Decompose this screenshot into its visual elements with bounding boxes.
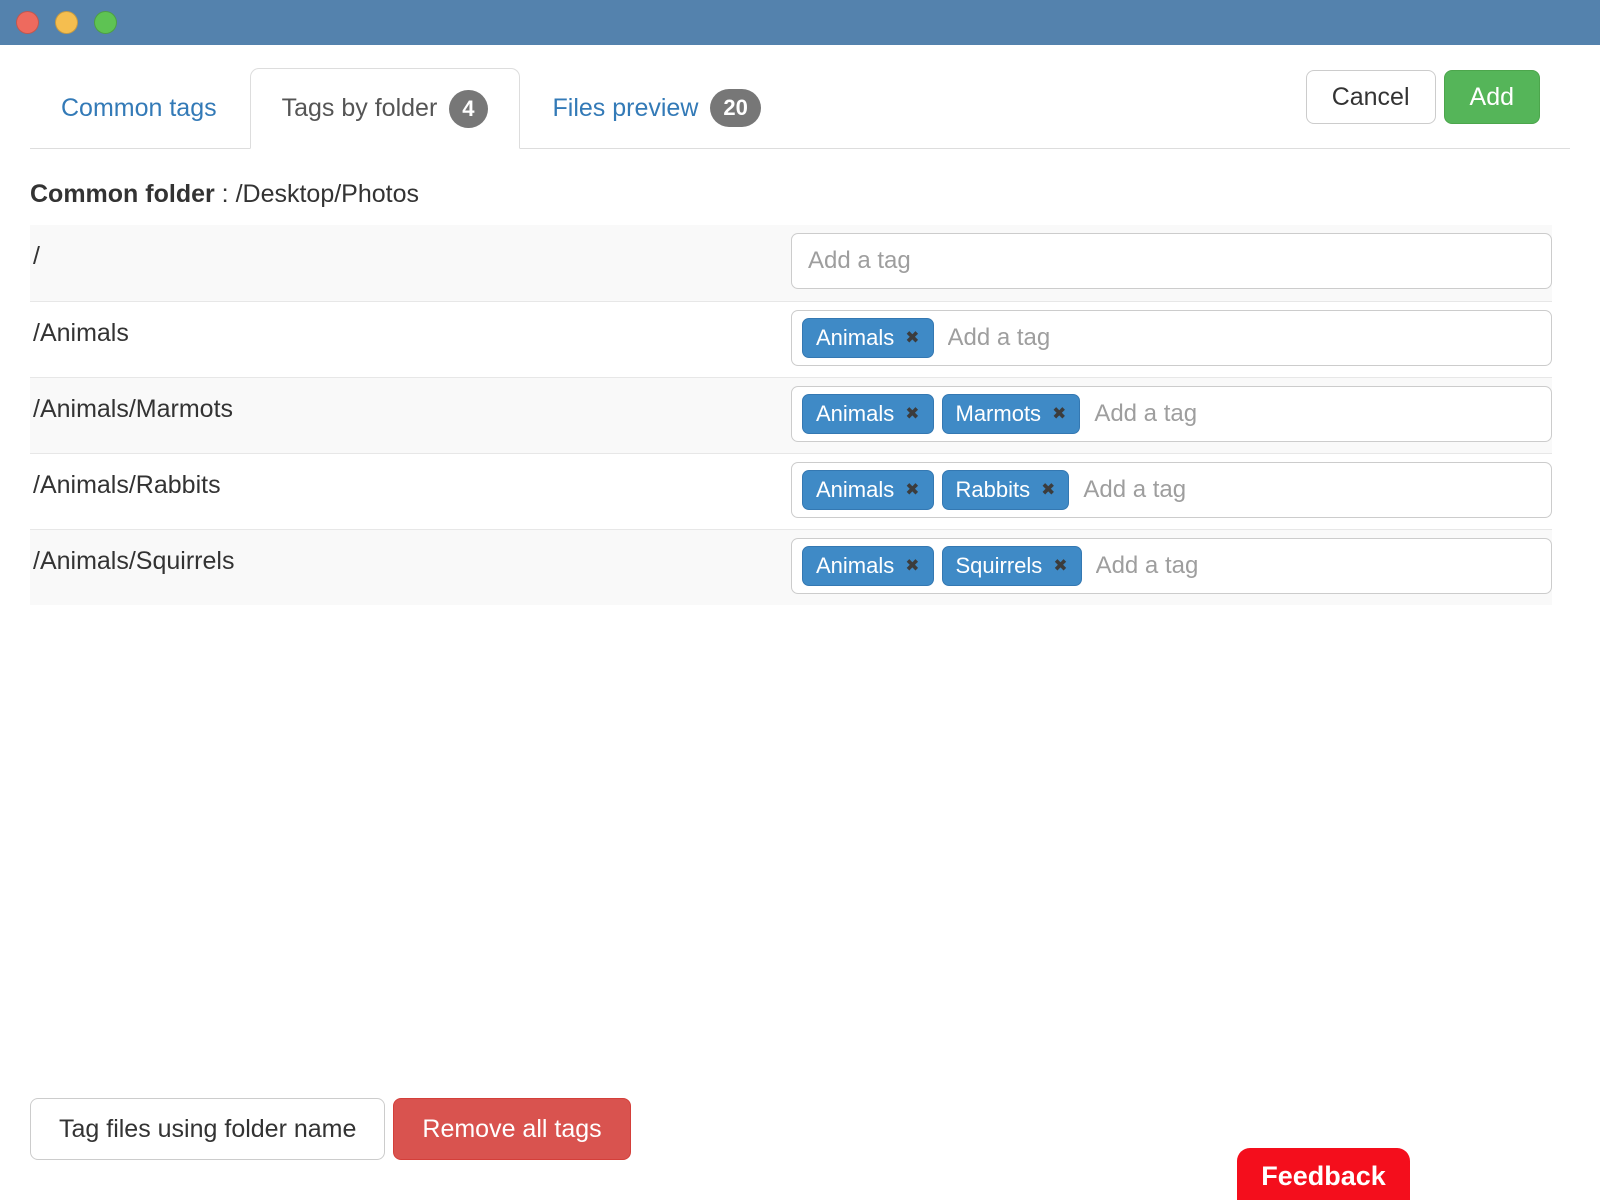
tags-input[interactable]: Animals ✖: [791, 310, 1552, 366]
folder-path: /Animals: [30, 310, 791, 370]
folder-tags-cell: Animals ✖: [791, 310, 1552, 370]
tab-label: Files preview: [553, 94, 699, 123]
folder-tag-row: /: [30, 225, 1552, 301]
tag-label: Animals: [816, 326, 894, 350]
tag-chip: Animals ✖: [802, 470, 934, 510]
remove-tag-icon[interactable]: ✖: [905, 478, 919, 502]
tab-count-badge: 4: [449, 90, 487, 128]
add-tag-input[interactable]: [1088, 396, 1541, 432]
common-folder-path: /Desktop/Photos: [236, 180, 419, 208]
tab-count-badge: 20: [710, 89, 760, 127]
add-tag-input[interactable]: [942, 320, 1542, 356]
add-tag-input[interactable]: [802, 243, 1541, 279]
tag-chip: Marmots ✖: [942, 394, 1081, 434]
tab-tags-by-folder[interactable]: Tags by folder 4: [250, 68, 520, 149]
tag-label: Animals: [816, 402, 894, 426]
tab-files-preview[interactable]: Files preview 20: [522, 68, 792, 148]
folder-path: /Animals/Rabbits: [30, 462, 791, 522]
common-folder-label: Common folder: [30, 180, 215, 208]
folder-tags-cell: Animals ✖ Squirrels ✖: [791, 538, 1552, 598]
folder-rows: / /Animals Animals ✖ /Animals/Marmots An…: [30, 225, 1552, 605]
add-tag-input[interactable]: [1090, 548, 1541, 584]
tags-input[interactable]: Animals ✖ Rabbits ✖: [791, 462, 1552, 518]
folder-tags-cell: Animals ✖ Rabbits ✖: [791, 462, 1552, 522]
add-button[interactable]: Add: [1444, 70, 1540, 124]
folder-path: /: [30, 233, 791, 294]
tab-label: Tags by folder: [282, 94, 438, 123]
tags-input[interactable]: Animals ✖ Marmots ✖: [791, 386, 1552, 442]
tag-chip: Animals ✖: [802, 318, 934, 358]
window-titlebar: [0, 0, 1600, 45]
tag-chip: Squirrels ✖: [942, 546, 1082, 586]
tag-chip: Rabbits ✖: [942, 470, 1070, 510]
tag-chip: Animals ✖: [802, 394, 934, 434]
folder-tag-row: /Animals/Rabbits Animals ✖ Rabbits ✖: [30, 453, 1552, 529]
tag-label: Animals: [816, 554, 894, 578]
remove-tag-icon[interactable]: ✖: [905, 554, 919, 578]
tab-label: Common tags: [61, 94, 217, 123]
feedback-button[interactable]: Feedback: [1237, 1148, 1410, 1200]
folder-tags-cell: [791, 233, 1552, 294]
tab-common-tags[interactable]: Common tags: [30, 68, 248, 148]
folder-tag-row: /Animals Animals ✖: [30, 301, 1552, 377]
tag-label: Rabbits: [956, 478, 1031, 502]
folder-tags-cell: Animals ✖ Marmots ✖: [791, 386, 1552, 446]
add-tag-input[interactable]: [1077, 472, 1541, 508]
remove-tag-icon[interactable]: ✖: [1052, 402, 1066, 426]
tag-label: Squirrels: [956, 554, 1043, 578]
window-controls: [16, 11, 117, 34]
common-folder-separator: :: [215, 180, 236, 208]
header-actions: Cancel Add: [1306, 70, 1540, 124]
minimize-window-icon[interactable]: [55, 11, 78, 34]
tab-bar: Common tags Tags by folder 4 Files previ…: [30, 68, 1570, 149]
remove-tag-icon[interactable]: ✖: [1053, 554, 1067, 578]
close-window-icon[interactable]: [16, 11, 39, 34]
remove-all-tags-button[interactable]: Remove all tags: [393, 1098, 630, 1160]
footer-actions: Tag files using folder name Remove all t…: [30, 1098, 631, 1160]
cancel-button[interactable]: Cancel: [1306, 70, 1436, 124]
tags-input[interactable]: [791, 233, 1552, 289]
common-folder-heading: Common folder : /Desktop/Photos: [30, 180, 1570, 209]
tags-input[interactable]: Animals ✖ Squirrels ✖: [791, 538, 1552, 594]
folder-tag-row: /Animals/Squirrels Animals ✖ Squirrels ✖: [30, 529, 1552, 605]
tag-chip: Animals ✖: [802, 546, 934, 586]
zoom-window-icon[interactable]: [94, 11, 117, 34]
tag-label: Marmots: [956, 402, 1042, 426]
tag-label: Animals: [816, 478, 894, 502]
remove-tag-icon[interactable]: ✖: [1041, 478, 1055, 502]
folder-path: /Animals/Marmots: [30, 386, 791, 446]
tag-files-using-folder-name-button[interactable]: Tag files using folder name: [30, 1098, 385, 1160]
remove-tag-icon[interactable]: ✖: [905, 402, 919, 426]
remove-tag-icon[interactable]: ✖: [905, 326, 919, 350]
folder-tag-row: /Animals/Marmots Animals ✖ Marmots ✖: [30, 377, 1552, 453]
folder-path: /Animals/Squirrels: [30, 538, 791, 598]
